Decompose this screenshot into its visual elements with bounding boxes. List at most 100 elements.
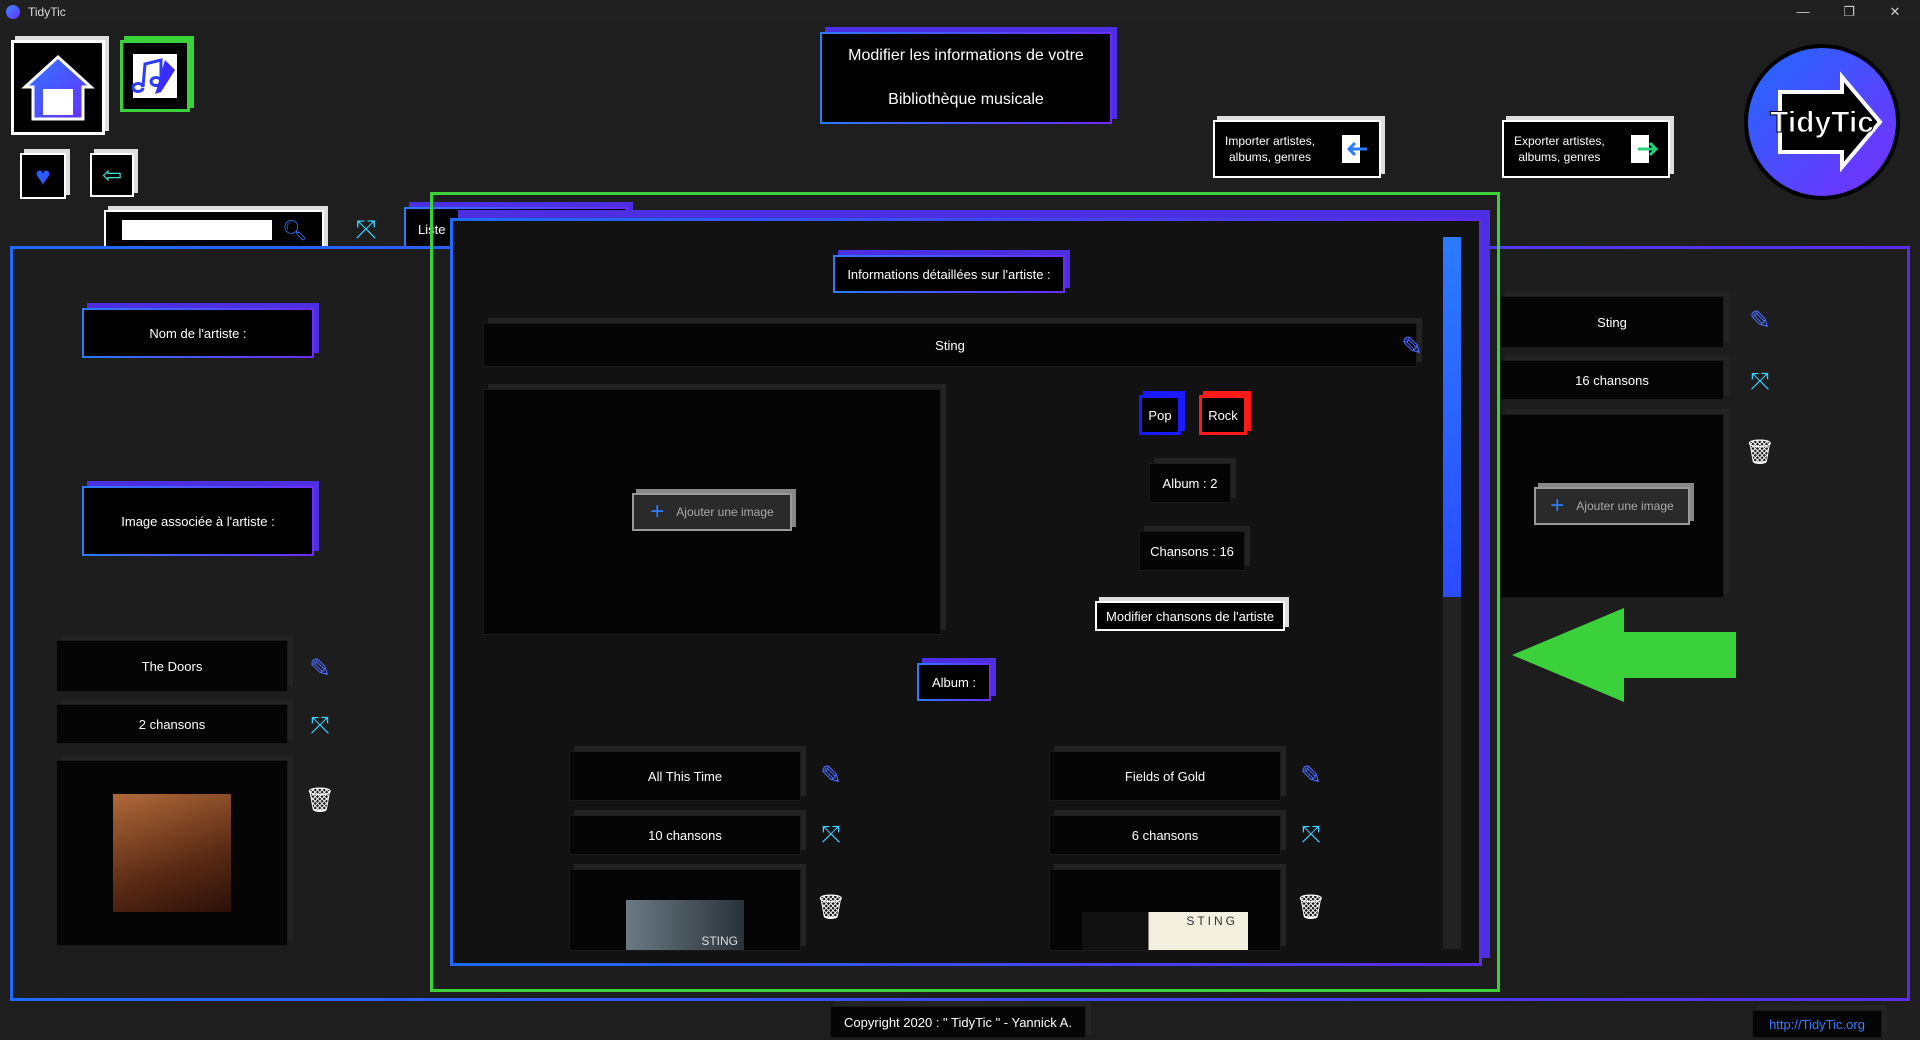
tidytic-logo: TidyTic: [1742, 42, 1902, 202]
edit-album-2-button[interactable]: ✎: [1293, 757, 1329, 793]
back-button[interactable]: ⇦: [90, 153, 134, 197]
artist-image-label: Image associée à l'artiste :: [82, 486, 314, 556]
detail-heading: Informations détaillées sur l'artiste :: [833, 255, 1065, 293]
import-button[interactable]: Importer artistes, albums, genres: [1213, 120, 1381, 178]
trash-icon: 🗑︎: [815, 893, 847, 921]
album-name-1: All This Time: [569, 751, 801, 801]
album-count: Album : 2: [1149, 463, 1231, 503]
export-label-line1: Exporter artistes,: [1514, 134, 1605, 148]
pencil-icon: ✎: [1300, 759, 1322, 790]
restore-button[interactable]: ❐: [1826, 0, 1872, 23]
album-cover-image-2: STING: [1082, 912, 1248, 950]
pencil-icon: ✎: [1749, 304, 1771, 335]
genre-label-rock: Rock: [1208, 407, 1238, 423]
detail-artist-name: Sting: [483, 323, 1417, 367]
favorites-button[interactable]: ♥: [20, 153, 66, 199]
add-image-button[interactable]: + Ajouter une image: [632, 493, 792, 531]
album-name-2: Fields of Gold: [1049, 751, 1281, 801]
delete-album-1-button[interactable]: 🗑︎: [813, 889, 849, 925]
arrow-left-icon: ⇦: [101, 161, 123, 189]
footer-copyright: Copyright 2020 : " TidyTic " - Yannick A…: [830, 1006, 1086, 1038]
app-icon: [6, 4, 20, 19]
search-input[interactable]: [122, 220, 272, 240]
album-cover-image: [113, 794, 231, 912]
artist-card-image: [56, 760, 288, 946]
delete-artist-right-button[interactable]: 🗑︎: [1742, 434, 1778, 470]
artist-card-count-right: 16 chansons: [1500, 360, 1724, 400]
export-button[interactable]: Exporter artistes, albums, genres: [1502, 120, 1670, 178]
edit-artist-right-button[interactable]: ✎: [1742, 302, 1778, 338]
detail-image-area: + Ajouter une image: [483, 389, 941, 635]
export-icon: [1631, 135, 1658, 163]
artist-name-label: Nom de l'artiste :: [82, 308, 314, 358]
add-image-right-button[interactable]: + Ajouter une image: [1534, 487, 1690, 525]
artist-card-count: 2 chansons: [56, 704, 288, 744]
delete-artist-button[interactable]: 🗑︎: [302, 782, 338, 818]
artist-detail-panel: Informations détaillées sur l'artiste : …: [450, 218, 1482, 966]
add-image-right-label: Ajouter une image: [1576, 499, 1674, 513]
window-titlebar: TidyTic — ❐ ✕: [0, 0, 1920, 23]
album-count-2: 6 chansons: [1049, 815, 1281, 855]
delete-album-2-button[interactable]: 🗑︎: [1293, 889, 1329, 925]
artist-card-image-right: + Ajouter une image: [1500, 414, 1724, 598]
minimize-button[interactable]: —: [1780, 0, 1826, 23]
album-cover-2: STING: [1049, 869, 1281, 951]
edit-artist-button[interactable]: ✎: [302, 650, 338, 686]
expand-album-1-button[interactable]: ⤧: [813, 817, 849, 853]
scrollbar-thumb[interactable]: [1443, 237, 1461, 597]
music-edit-button[interactable]: [120, 40, 190, 112]
album-cover-1: STING: [569, 869, 801, 951]
expand-all-button[interactable]: ⤧: [348, 212, 384, 248]
expand-album-2-button[interactable]: ⤧: [1293, 817, 1329, 853]
pencil-icon: ✎: [820, 759, 842, 790]
expand-icon: ⤧: [1750, 368, 1770, 395]
import-label: Importer artistes, albums, genres: [1225, 133, 1315, 165]
green-arrow-icon: [1512, 608, 1736, 702]
footer-link[interactable]: http://TidyTic.org: [1752, 1010, 1882, 1038]
expand-artist-right-button[interactable]: ⤧: [1742, 364, 1778, 400]
import-label-line2: albums, genres: [1228, 150, 1312, 164]
trash-icon: 🗑︎: [304, 786, 336, 814]
song-count: Chansons : 16: [1139, 531, 1245, 571]
add-image-label: Ajouter une image: [676, 505, 774, 519]
artist-card-name-right: Sting: [1500, 296, 1724, 348]
search-icon[interactable]: 🔍︎: [282, 218, 307, 243]
expand-icon: ⤧: [310, 712, 330, 739]
export-label-line2: albums, genres: [1518, 150, 1601, 164]
expand-icon: ⤧: [821, 821, 841, 848]
export-label: Exporter artistes, albums, genres: [1514, 133, 1605, 165]
home-button[interactable]: [11, 40, 105, 135]
album-count-1: 10 chansons: [569, 815, 801, 855]
expand-icon: ⤧: [1301, 821, 1321, 848]
edit-album-1-button[interactable]: ✎: [813, 757, 849, 793]
trash-icon: 🗑︎: [1744, 438, 1776, 466]
genre-label-pop: Pop: [1148, 407, 1172, 423]
edit-songs-button[interactable]: Modifier chansons de l'artiste: [1095, 601, 1285, 631]
logo-text: TidyTic: [1770, 106, 1875, 140]
home-icon: [21, 54, 95, 120]
album-heading: Album :: [917, 663, 991, 701]
expand-icon: ⤧: [355, 214, 377, 244]
search-box: 🔍︎: [104, 210, 324, 250]
edit-detail-name-button[interactable]: ✎: [1395, 329, 1429, 363]
plus-icon: +: [1550, 492, 1565, 519]
page-title: Modifier les informations de votre Bibli…: [820, 32, 1112, 124]
pencil-icon: ✎: [309, 652, 331, 683]
artist-card-name: The Doors: [56, 640, 288, 692]
pencil-icon: ✎: [1401, 330, 1423, 361]
page-title-line2: Bibliothèque musicale: [888, 91, 1044, 108]
genre-tag-pop[interactable]: Pop: [1139, 395, 1181, 435]
scrollbar-track[interactable]: [1443, 237, 1461, 949]
page-title-line1: Modifier les informations de votre: [848, 47, 1084, 64]
album-cover-image-1: STING: [626, 900, 744, 950]
window-title: TidyTic: [28, 4, 66, 19]
heart-icon: ♥: [35, 160, 51, 191]
import-label-line1: Importer artistes,: [1225, 134, 1316, 148]
import-icon: [1342, 135, 1367, 163]
close-button[interactable]: ✕: [1872, 0, 1918, 23]
trash-icon: 🗑︎: [1295, 893, 1327, 921]
plus-icon: +: [650, 498, 665, 525]
expand-artist-button[interactable]: ⤧: [302, 708, 338, 744]
music-edit-icon: [131, 54, 177, 98]
genre-tag-rock[interactable]: Rock: [1199, 395, 1247, 435]
